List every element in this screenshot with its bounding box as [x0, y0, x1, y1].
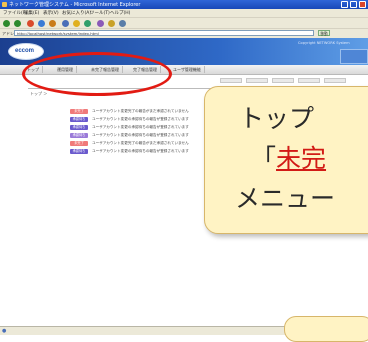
tab-user-management[interactable]: ユーザ管理機能 — [170, 66, 205, 73]
minimize-button[interactable] — [341, 1, 348, 8]
sub-button-1[interactable] — [220, 78, 242, 83]
sub-button-3[interactable] — [272, 78, 294, 83]
address-input[interactable]: http://localhost/network/system/index.ht… — [14, 30, 314, 36]
page-status-icon: ● — [2, 328, 7, 334]
logo-text: eccom — [15, 48, 35, 54]
status-badge: 承認待ち — [70, 133, 88, 138]
media-icon[interactable] — [84, 20, 91, 27]
status-badge: 未完了 — [70, 141, 88, 146]
list-item-text[interactable]: ユーザアカウント変更の承認待ちの報告が登録されています — [92, 133, 189, 138]
breadcrumb: トップ ＞ — [30, 91, 48, 96]
header-copyright: Copyright NETWORK System — [298, 41, 350, 45]
list-item-text[interactable]: ユーザアカウント変更完了の報告がまだ承認されていません — [92, 109, 189, 114]
app-icon — [2, 2, 7, 7]
window-title: ネットワーク管理システム - Microsoft Internet Explor… — [9, 2, 141, 8]
highlight-ellipse — [22, 52, 172, 96]
list-item-text[interactable]: ユーザアカウント変更の承認待ちの報告が登録されています — [92, 149, 189, 154]
menu-help[interactable]: ヘルプ(H) — [110, 10, 130, 16]
callout-box: トップ 「未完 メニュー — [204, 86, 368, 234]
mail-icon[interactable] — [108, 20, 115, 27]
list-item-text[interactable]: ユーザアカウント変更の承認待ちの報告が登録されています — [92, 125, 189, 130]
history-icon[interactable] — [97, 20, 104, 27]
refresh-icon[interactable] — [38, 20, 45, 27]
callout-bracket: 「 — [251, 144, 277, 173]
menu-tools[interactable]: ツール(T) — [90, 10, 110, 16]
close-button[interactable] — [359, 1, 366, 8]
menu-bar: ファイル(F) 編集(E) 表示(V) お気に入り(A) ツール(T) ヘルプ(… — [0, 9, 368, 17]
menu-favorites[interactable]: お気に入り(A) — [62, 10, 91, 16]
list-item-text[interactable]: ユーザアカウント変更完了の報告がまだ承認されていません — [92, 141, 189, 146]
menu-view[interactable]: 表示(V) — [43, 10, 59, 16]
maximize-button[interactable] — [350, 1, 357, 8]
home-icon[interactable] — [49, 20, 56, 27]
go-button[interactable]: 移動 — [318, 30, 330, 36]
list-item-text[interactable]: ユーザアカウント変更の承認待ちの報告が登録されています — [92, 117, 189, 122]
print-icon[interactable] — [119, 20, 126, 27]
window-title-bar: ネットワーク管理システム - Microsoft Internet Explor… — [0, 0, 368, 9]
menu-edit[interactable]: 編集(E) — [24, 10, 39, 16]
company-logo[interactable]: eccom — [8, 43, 44, 60]
status-badge: 承認待ち — [70, 125, 88, 130]
header-banner-icon — [340, 49, 368, 64]
sub-button-2[interactable] — [246, 78, 268, 83]
status-badge: 承認待ち — [70, 149, 88, 154]
callout-line-2: 「未完 — [251, 139, 326, 175]
stop-icon[interactable] — [27, 20, 34, 27]
forward-icon[interactable] — [14, 20, 21, 27]
status-badge: 未完了 — [70, 109, 88, 114]
callout-emphasis: 未完 — [276, 144, 327, 173]
sub-button-4[interactable] — [298, 78, 320, 83]
sub-button-5[interactable] — [324, 78, 346, 83]
favorites-icon[interactable] — [73, 20, 80, 27]
back-icon[interactable] — [3, 20, 10, 27]
status-badge: 承認待ち — [70, 117, 88, 122]
bottom-callout — [284, 316, 368, 342]
search-icon[interactable] — [62, 20, 69, 27]
callout-line-1: トップ — [239, 104, 315, 133]
callout-line-3: メニュー — [235, 184, 336, 213]
